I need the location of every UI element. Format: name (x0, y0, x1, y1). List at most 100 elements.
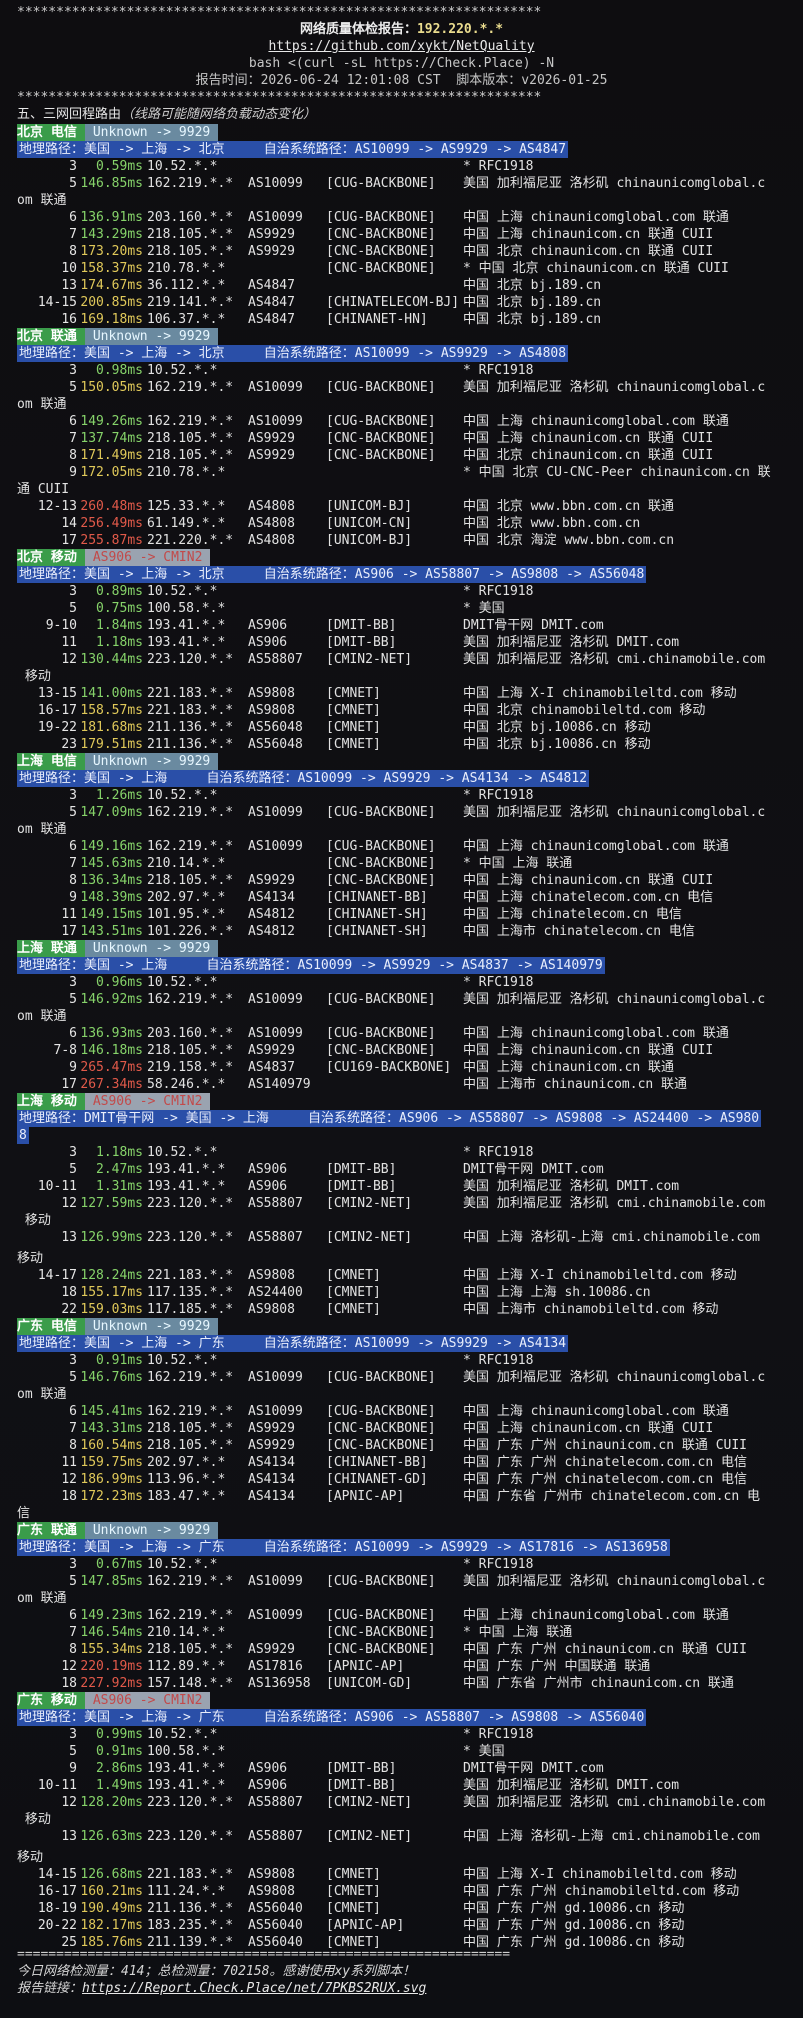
hop-ip: 221.183.*.* (147, 1268, 234, 1283)
hop-asn: AS9808 (248, 703, 295, 718)
hop-asn: AS4847 (248, 295, 295, 310)
report-link[interactable]: https://Report.Check.Place/net/7PKBS2RUX… (82, 1981, 426, 1996)
hop-ip: 61.149.*.* (147, 516, 226, 531)
hop-row: 11 159.75ms 202.97.*.* AS4134 [CHINANET-BB] 中… (17, 1454, 787, 1471)
hop-row: 3 1.18ms 10.52.*.* * RFC1918 (17, 1144, 787, 1161)
footer-separator: ========================================… (17, 1947, 511, 1962)
hop-latency: 171.49ms (80, 448, 143, 463)
hop-number: 6 (69, 210, 77, 225)
hop-ip: 162.219.*.* (147, 414, 234, 429)
hop-row: 8 171.49ms 218.105.*.* AS9929 [CNC-BACKBONE]… (17, 447, 787, 464)
hop-number: 18-19 (37, 1901, 77, 1916)
hop-latency: 0.96ms (96, 975, 143, 990)
hop-asn: AS58807 (248, 1196, 303, 1211)
hop-network-tag: [CUG-BACKBONE] (326, 1370, 436, 1385)
hop-ip: 218.105.*.* (147, 431, 234, 446)
hop-geo: 美国 加利福尼亚 洛杉矶 chinaunicomglobal.c (463, 805, 766, 820)
hop-ip: 36.112.*.* (147, 278, 226, 293)
hop-number: 12 (61, 1472, 77, 1487)
hop-geo-wrap: 移动 (17, 669, 51, 684)
hop-row: 7 146.54ms 210.14.*.* [CNC-BACKBONE] * 中国 上海… (17, 1624, 787, 1641)
hop-latency: 182.17ms (80, 1918, 143, 1933)
hop-latency: 150.05ms (80, 380, 143, 395)
repo-link[interactable]: https://github.com/xykt/NetQuality (268, 39, 534, 54)
hop-latency: 265.47ms (80, 1060, 143, 1075)
carrier-label: 北京 电信 (17, 124, 85, 141)
hop-geo: 中国 北京 bj.189.cn (463, 278, 602, 293)
hop-latency: 172.23ms (80, 1489, 143, 1504)
carrier-label: 广东 联通 (17, 1522, 85, 1539)
hop-row: 9 172.05ms 210.78.*.* * 中国 北京 CU-CNC-Peer c… (17, 464, 787, 481)
hop-geo: 中国 广东 广州 chinatelecom.com.cn 电信 (463, 1455, 748, 1470)
hop-geo: 中国 广东 广州 chinatelecom.com.cn 电信 (463, 1472, 748, 1487)
carrier-label: 北京 移动 (17, 549, 85, 566)
hop-number: 10-11 (37, 1778, 77, 1793)
hop-latency: 147.85ms (80, 1574, 143, 1589)
hop-ip: 210.78.*.* (147, 465, 226, 480)
hop-row: 7 137.74ms 218.105.*.* AS9929 [CNC-BACKBONE]… (17, 430, 787, 447)
hop-asn: AS9929 (248, 448, 295, 463)
route-path: 地理路径：美国 -> 上海 -> 广东 自治系统路径：AS10099 -> AS… (17, 1539, 670, 1556)
hop-ip: 162.219.*.* (147, 839, 234, 854)
hop-latency: 147.09ms (80, 805, 143, 820)
hop-number: 5 (69, 176, 77, 191)
hop-row: 7 143.31ms 218.105.*.* AS9929 [CNC-BACKBONE]… (17, 1420, 787, 1437)
hop-geo-wrap: om 联通 (17, 397, 67, 412)
hop-geo: 中国 北京 chinaunicom.cn 联通 CUII (463, 244, 714, 259)
hop-asn: AS136958 (248, 1676, 311, 1691)
hop-ip: 203.160.*.* (147, 1026, 234, 1041)
hop-number: 10 (61, 261, 77, 276)
hop-network-tag: [CUG-BACKBONE] (326, 839, 436, 854)
route-header: 广东 联通 Unknown -> 9929 (17, 1522, 219, 1539)
hop-asn: AS17816 (248, 1659, 303, 1674)
hop-latency: 1.49ms (96, 1778, 143, 1793)
hop-geo-wrap: om 联通 (17, 1009, 67, 1024)
hop-number: 13-15 (37, 686, 77, 701)
hop-row: 5 0.91ms 100.58.*.* * 美国 (17, 1743, 787, 1760)
hop-number: 11 (61, 635, 77, 650)
hop-network-tag: [CUG-BACKBONE] (326, 1574, 436, 1589)
route-header: 广东 电信 Unknown -> 9929 (17, 1318, 219, 1335)
hop-ip: 223.120.*.* (147, 1829, 234, 1844)
hop-row: 3 0.99ms 10.52.*.* * RFC1918 (17, 1726, 787, 1743)
hop-row: 5 146.76ms 162.219.*.* AS10099 [CUG-BACKBONE… (17, 1369, 787, 1386)
hop-geo-wrap: 移动 (17, 1213, 51, 1228)
hop-ip: 218.105.*.* (147, 227, 234, 242)
hop-asn: AS4134 (248, 890, 295, 905)
hop-geo: 中国 上海 chinaunicom.cn 联通 CUII (463, 431, 714, 446)
report-time-row: 报告时间：2026-06-24 12:01:08 CST 脚本版本：v2026-… (0, 72, 803, 89)
hop-latency: 128.20ms (80, 1795, 143, 1810)
carrier-label: 广东 电信 (17, 1318, 85, 1335)
hop-network-tag: [DMIT-BB] (326, 1162, 397, 1177)
hop-network-tag: [CNC-BACKBONE] (326, 873, 436, 888)
hop-ip: 100.58.*.* (147, 601, 226, 616)
route-path-wrap: 8 (17, 1127, 29, 1144)
hop-network-tag: [CNC-BACKBONE] (326, 431, 436, 446)
footer-link-row: 报告链接：https://Report.Check.Place/net/7PKB… (17, 1980, 426, 1997)
hop-ip: 58.246.*.* (147, 1077, 226, 1092)
hop-number: 3 (69, 788, 77, 803)
hop-ip: 10.52.*.* (147, 159, 218, 174)
hop-geo: * RFC1918 (463, 1353, 534, 1368)
hop-number: 6 (69, 414, 77, 429)
hop-number: 3 (69, 1353, 77, 1368)
hop-number: 17 (61, 533, 77, 548)
hop-network-tag: [CUG-BACKBONE] (326, 1026, 436, 1041)
hop-row: 6 149.26ms 162.219.*.* AS10099 [CUG-BACKBONE… (17, 413, 787, 430)
hop-number: 14-15 (37, 1867, 77, 1882)
hop-ip: 218.105.*.* (147, 448, 234, 463)
hop-ip: 218.105.*.* (147, 244, 234, 259)
hop-latency: 0.67ms (96, 1557, 143, 1572)
hop-ip: 10.52.*.* (147, 788, 218, 803)
hop-number: 5 (69, 380, 77, 395)
hop-ip: 211.136.*.* (147, 737, 234, 752)
hop-ip: 157.148.*.* (147, 1676, 234, 1691)
command-line: bash <(curl -sL https://Check.Place) -N (248, 56, 555, 71)
hop-asn: AS10099 (248, 1608, 303, 1623)
hop-asn: AS9929 (248, 431, 295, 446)
hop-latency: 220.19ms (80, 1659, 143, 1674)
hop-row: 3 0.91ms 10.52.*.* * RFC1918 (17, 1352, 787, 1369)
hop-latency: 160.21ms (80, 1884, 143, 1899)
hop-number: 13 (61, 1230, 77, 1245)
hop-row: 17 143.51ms 101.226.*.* AS4812 [CHINANET-SH]… (17, 923, 787, 940)
